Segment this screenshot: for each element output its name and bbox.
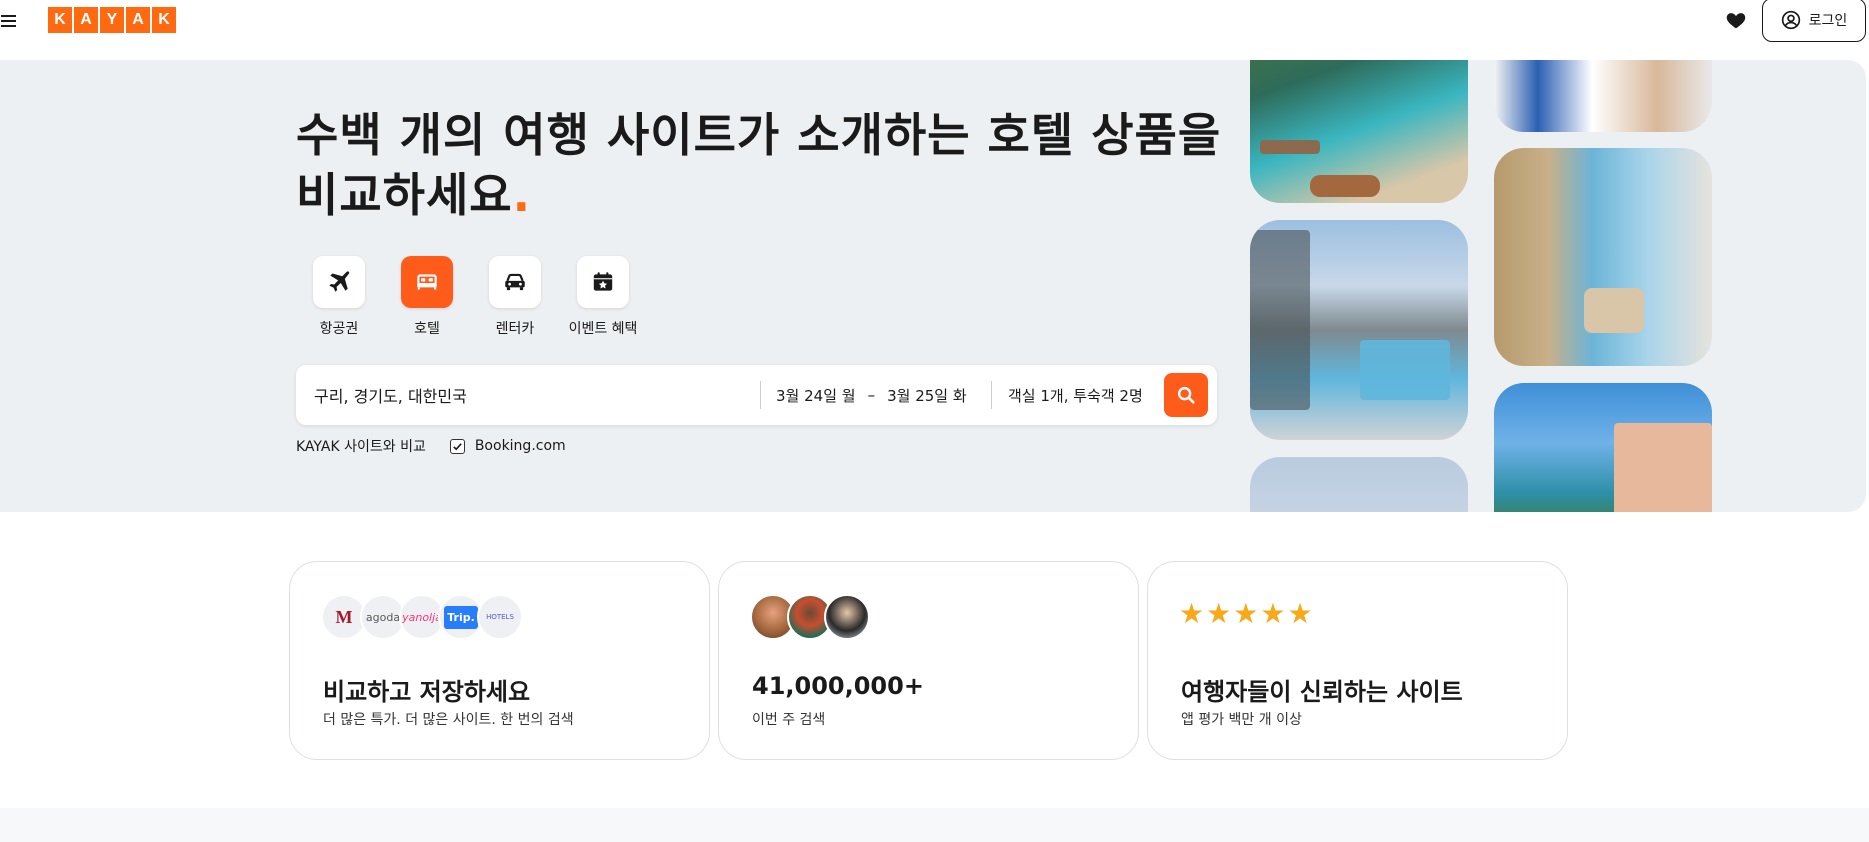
login-label: 로그인 bbox=[1808, 13, 1848, 29]
field-divider bbox=[991, 381, 992, 409]
hotel-photo-sky bbox=[1250, 457, 1468, 512]
logo-letter: K bbox=[48, 7, 72, 33]
check-in-date[interactable]: 3월 24일 월 bbox=[776, 385, 856, 406]
top-header: K A Y A K 로그인 bbox=[0, 0, 1869, 50]
tab-hotels[interactable]: 호텔 bbox=[401, 256, 453, 338]
feature-card-compare: M agoda yanolja Trip. HOTELS 비교하고 저장하세요 … bbox=[289, 561, 710, 760]
next-section-band bbox=[0, 808, 1869, 842]
page-title: 수백 개의 여행 사이트가 소개하는 호텔 상품을 비교하세요. bbox=[296, 105, 1236, 225]
kayak-logo[interactable]: K A Y A K bbox=[48, 7, 176, 33]
avatar bbox=[824, 594, 870, 640]
card-subtitle: 더 많은 특가. 더 많은 사이트. 한 번의 검색 bbox=[323, 712, 574, 728]
traveler-avatars bbox=[750, 594, 870, 640]
card-title: 41,000,000+ bbox=[752, 672, 924, 700]
logo-letter: K bbox=[152, 7, 176, 33]
search-button[interactable] bbox=[1164, 373, 1208, 417]
feature-card-trust: ★ ★ ★ ★ ★ 여행자들이 신뢰하는 사이트 앱 평가 백만 개 이상 bbox=[1147, 561, 1568, 760]
card-subtitle: 앱 평가 백만 개 이상 bbox=[1181, 712, 1302, 728]
hotel-photo-pool bbox=[1250, 60, 1468, 203]
tab-cars[interactable]: 렌터카 bbox=[489, 256, 541, 338]
search-icon bbox=[1177, 386, 1195, 404]
tab-label: 이벤트 혜택 bbox=[568, 321, 638, 337]
hotel-photo-terrace bbox=[1494, 148, 1712, 366]
tab-deals[interactable]: 이벤트 혜택 bbox=[569, 256, 637, 338]
check-icon bbox=[453, 442, 462, 450]
tab-label: 렌터카 bbox=[495, 321, 535, 337]
hotel-photo-street bbox=[1494, 60, 1712, 132]
star-icon: ★ bbox=[1260, 597, 1286, 630]
calendar-star-icon bbox=[593, 272, 613, 291]
user-circle-icon bbox=[1781, 10, 1800, 30]
hotel-photo-villa bbox=[1250, 220, 1468, 440]
bed-icon bbox=[417, 274, 437, 290]
star-icon: ★ bbox=[1233, 597, 1259, 630]
feature-card-searches: 41,000,000+ 이번 주 검색 bbox=[718, 561, 1139, 760]
partner-logos: M agoda yanolja Trip. HOTELS bbox=[321, 594, 523, 640]
tab-label: 항공권 bbox=[319, 321, 359, 337]
tab-flights[interactable]: 항공권 bbox=[313, 256, 365, 338]
hotel-photo-coast bbox=[1494, 383, 1712, 512]
hamburger-menu-icon[interactable] bbox=[0, 12, 18, 28]
booking-checkbox[interactable] bbox=[449, 438, 465, 454]
vertical-tabs: 항공권 호텔 렌터카 이벤트 혜택 bbox=[313, 256, 637, 338]
car-icon bbox=[505, 273, 525, 291]
rating-stars: ★ ★ ★ ★ ★ bbox=[1179, 600, 1313, 628]
compare-partners: KAYAK 사이트와 비교 Booking.com bbox=[296, 436, 566, 456]
logo-letter: A bbox=[126, 7, 150, 33]
star-icon: ★ bbox=[1179, 597, 1205, 630]
card-subtitle: 이번 주 검색 bbox=[752, 712, 826, 728]
destination-input[interactable]: 구리, 경기도, 대한민국 bbox=[314, 365, 754, 425]
guests-selector[interactable]: 객실 1개, 투숙객 2명 bbox=[1008, 365, 1158, 425]
logo-letter: Y bbox=[100, 7, 124, 33]
card-title: 여행자들이 신뢰하는 사이트 bbox=[1181, 678, 1463, 706]
heart-icon[interactable] bbox=[1725, 9, 1747, 31]
compare-label: KAYAK 사이트와 비교 bbox=[296, 439, 426, 455]
trip-logo-text: Trip. bbox=[444, 605, 478, 629]
airplane-icon bbox=[329, 271, 350, 292]
check-out-date[interactable]: 3월 25일 화 bbox=[887, 385, 967, 406]
title-accent-dot: . bbox=[512, 168, 532, 222]
page-title-text: 수백 개의 여행 사이트가 소개하는 호텔 상품을 비교하세요 bbox=[296, 108, 1222, 222]
logo-letter: A bbox=[74, 7, 98, 33]
star-icon: ★ bbox=[1206, 597, 1232, 630]
hotels-logo: HOTELS bbox=[477, 594, 523, 640]
hero-section: 수백 개의 여행 사이트가 소개하는 호텔 상품을 비교하세요. 항공권 호텔 … bbox=[0, 60, 1866, 512]
tab-label: 호텔 bbox=[414, 321, 440, 337]
date-range-picker[interactable]: 3월 24일 월 – 3월 25일 화 bbox=[776, 365, 986, 425]
search-form: 구리, 경기도, 대한민국 3월 24일 월 – 3월 25일 화 객실 1개,… bbox=[296, 365, 1217, 425]
date-separator: – bbox=[867, 386, 876, 404]
star-icon: ★ bbox=[1287, 597, 1313, 630]
partner-label[interactable]: Booking.com bbox=[475, 438, 566, 454]
field-divider bbox=[760, 381, 761, 409]
login-button[interactable]: 로그인 bbox=[1762, 0, 1866, 42]
card-title: 비교하고 저장하세요 bbox=[323, 678, 531, 706]
